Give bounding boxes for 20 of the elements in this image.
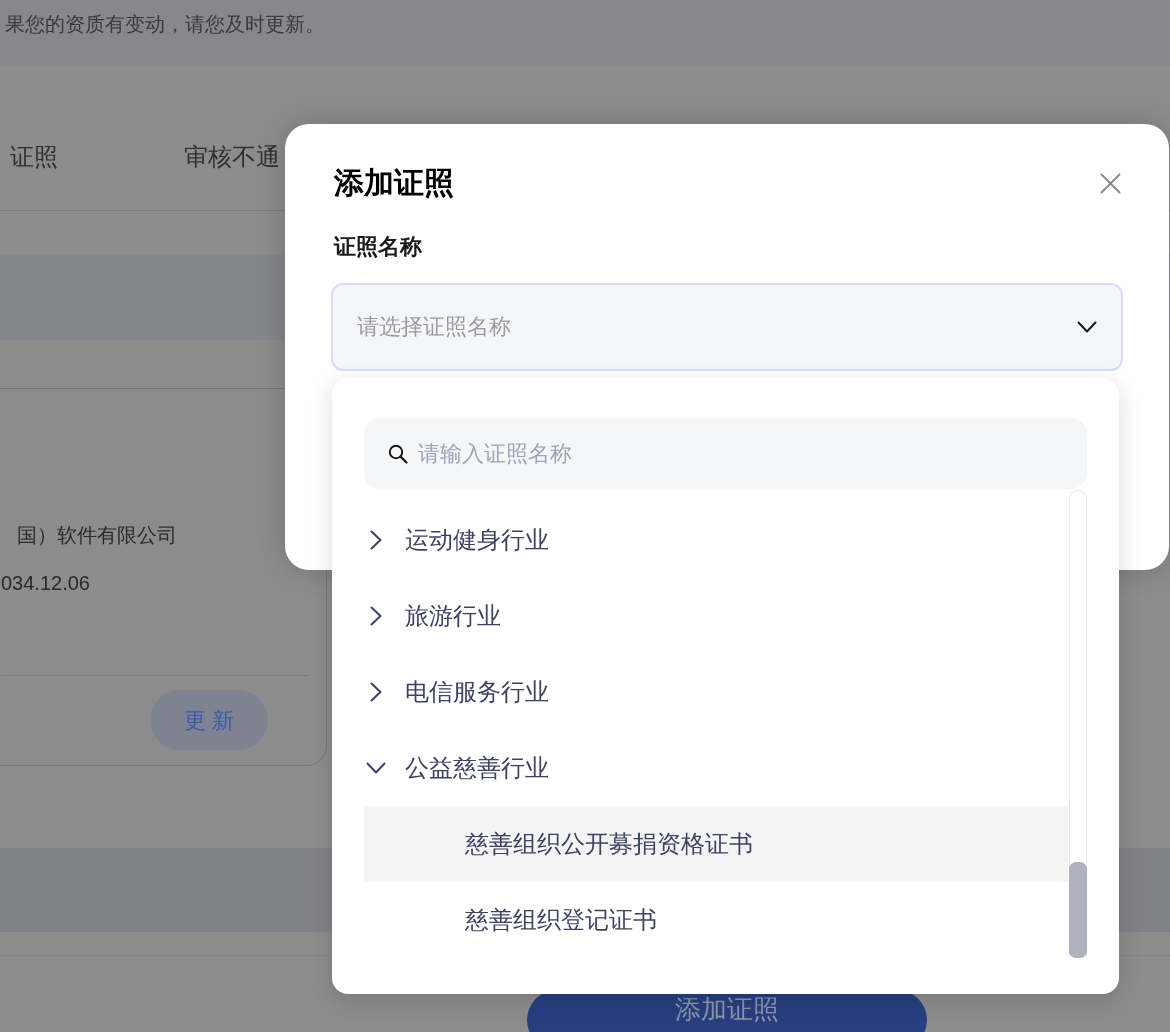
search-field[interactable]: 请输入证照名称 (364, 418, 1087, 489)
tab[interactable]: 证照 (10, 140, 58, 176)
scrollbar-thumb[interactable] (1069, 862, 1087, 958)
field-label: 证照名称 (334, 233, 422, 261)
tree-item[interactable]: 公益慈善行业 (364, 730, 1068, 806)
close-button[interactable] (1099, 172, 1121, 194)
tree-item[interactable]: 慈善组织登记证书 (364, 882, 1068, 958)
search-icon (388, 444, 408, 464)
tab[interactable]: 审核不通 (184, 140, 280, 176)
dialog-title: 添加证照 (334, 165, 454, 201)
company-name: 国）软件有限公司 (17, 523, 177, 548)
tree-item[interactable]: 慈善组织公开募捐资格证书 (364, 806, 1068, 882)
notice-text: 果您的资质有变动，请您及时更新。 (5, 13, 325, 35)
close-icon (1099, 172, 1121, 194)
expiry-date: 034.12.06 (1, 571, 90, 596)
chevron-down-icon (1077, 321, 1097, 333)
tree-item[interactable]: 运动健身行业 (364, 502, 1068, 578)
select-field[interactable]: 请选择证照名称 (331, 283, 1123, 371)
tree-item[interactable]: 旅游行业 (364, 578, 1068, 654)
tree-item[interactable]: 电信服务行业 (364, 654, 1068, 730)
